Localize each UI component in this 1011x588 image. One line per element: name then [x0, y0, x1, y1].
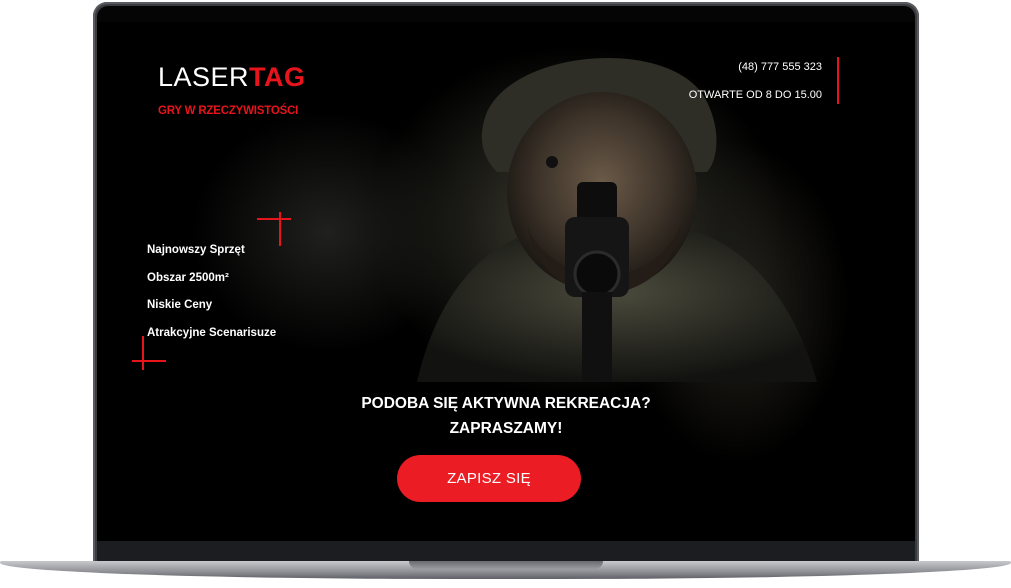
logo-tag: TAG [249, 62, 306, 92]
laptop-screen: LASERTAG GRY W RZECZYWISTOŚCI (48) 777 5… [97, 22, 915, 542]
feature-item: Atrakcyjne Scenarisuze [147, 326, 277, 339]
contact-divider [837, 57, 839, 104]
logo-laser: LASER [158, 62, 250, 92]
crosshair-top-icon [257, 212, 291, 246]
laptop-base-notch [409, 561, 603, 569]
signup-button[interactable]: ZAPISZ SIĘ [397, 455, 581, 502]
screen-footer-bar [97, 541, 915, 563]
opening-hours: OTWARTE OD 8 DO 15.00 [688, 89, 822, 101]
feature-item: Obszar 2500m² [147, 271, 229, 284]
feature-item: Niskie Ceny [147, 299, 213, 311]
phone-number[interactable]: (48) 777 555 323 [738, 61, 822, 73]
site-logo[interactable]: LASERTAG [158, 62, 306, 93]
feature-item: Najnowszy Sprzęt [147, 244, 245, 256]
headline-line2: ZAPRASZAMY! [449, 420, 563, 437]
features-list: Najnowszy Sprzęt Obszar 2500m² Niskie Ce… [147, 242, 276, 352]
headline-line1: PODOBA SIĘ AKTYWNA REKREACJA? [361, 395, 651, 412]
crosshair-bottom-icon [132, 336, 166, 370]
tagline: GRY W RZECZYWISTOŚCI [158, 105, 299, 117]
